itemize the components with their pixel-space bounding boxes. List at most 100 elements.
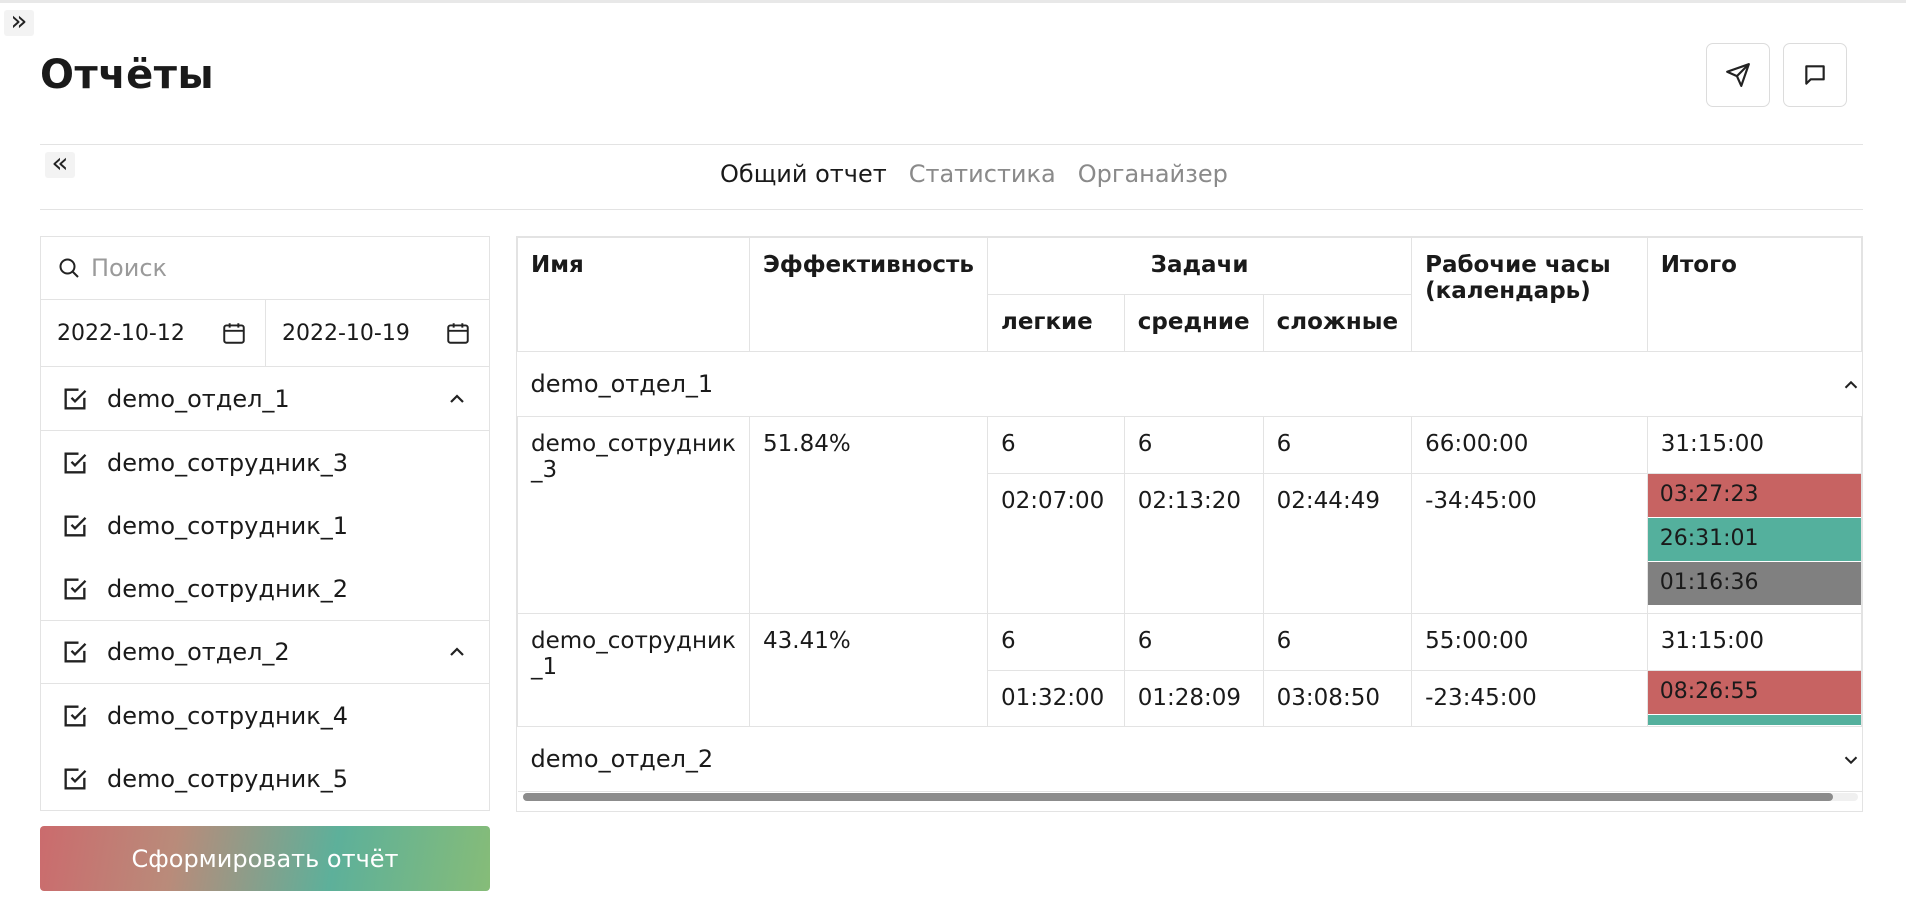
cell-easy-count: 6 <box>986 613 1125 671</box>
checkbox-checked-icon[interactable] <box>61 702 89 730</box>
double-chevron-right-icon: » <box>10 4 28 37</box>
double-chevron-left-icon: « <box>51 146 69 179</box>
cell-hours-plan: 66:00:00 <box>1411 416 1648 474</box>
tree-label: demo_отдел_2 <box>107 638 290 666</box>
tree-label: demo_сотрудник_3 <box>107 448 349 477</box>
cell-name: demo_сотрудник_3 <box>517 416 750 614</box>
cell-hard-count: 6 <box>1262 416 1413 474</box>
cell-easy-time: 01:32:00 <box>986 670 1125 727</box>
table-row: demo_сотрудник_1 43.41% 6 6 6 55:00:00 3… <box>517 613 1862 727</box>
filter-panel: 2022-10-12 2022-10-19 demo_отдел_1 demo_… <box>40 236 490 811</box>
divider <box>40 209 1863 210</box>
horizontal-scrollbar[interactable] <box>523 793 1858 801</box>
send-icon <box>1726 63 1750 87</box>
tab-general-report[interactable]: Общий отчет <box>720 160 887 188</box>
calendar-icon[interactable] <box>445 320 471 346</box>
cell-hours-diff: -34:45:00 <box>1411 473 1648 614</box>
chat-icon <box>1805 65 1825 85</box>
tree-label: demo_сотрудник_1 <box>107 511 349 540</box>
tree-label: demo_сотрудник_4 <box>107 701 349 730</box>
cell-easy-count: 6 <box>986 416 1125 474</box>
total-bar-gray: 01:16:36 <box>1647 562 1861 606</box>
total-bar-green: 26:31:01 <box>1647 518 1861 562</box>
cell-medium-count: 6 <box>1123 416 1264 474</box>
cell-efficiency: 51.84% <box>749 416 988 614</box>
col-header-efficiency[interactable]: Эффективность <box>749 237 988 352</box>
group-row-department-2[interactable]: demo_отдел_2 <box>517 726 1862 792</box>
cell-hard-time: 03:08:50 <box>1262 670 1413 727</box>
cell-total-breakdown: 03:27:23 26:31:01 01:16:36 <box>1646 473 1862 614</box>
col-header-total[interactable]: Итого <box>1646 237 1862 352</box>
tree-item-employee-3[interactable]: demo_сотрудник_3 <box>41 431 489 494</box>
checkbox-checked-icon[interactable] <box>61 512 89 540</box>
checkbox-checked-icon[interactable] <box>61 575 89 603</box>
table-row: demo_сотрудник_3 51.84% 6 6 6 66:00:00 3… <box>517 416 1862 614</box>
col-header-name[interactable]: Имя <box>517 237 750 352</box>
col-header-tasks: Задачи <box>986 237 1413 295</box>
report-tabs: Общий отчет Статистика Органайзер <box>720 160 1228 188</box>
cell-total: 31:15:00 <box>1646 416 1862 474</box>
report-table-container: Имя Эффективность Задачи Рабочие часы (к… <box>516 236 1863 812</box>
col-header-medium[interactable]: средние <box>1123 294 1264 352</box>
date-to-field[interactable]: 2022-10-19 <box>265 300 489 366</box>
checkbox-checked-icon[interactable] <box>61 638 89 666</box>
date-from-field[interactable]: 2022-10-12 <box>41 300 265 366</box>
total-bar-red: 03:27:23 <box>1647 474 1861 518</box>
tree-item-employee-1[interactable]: demo_сотрудник_1 <box>41 494 489 557</box>
date-to-value: 2022-10-19 <box>282 320 410 346</box>
cell-easy-time: 02:07:00 <box>986 473 1125 614</box>
expand-sidebar-button[interactable]: » <box>4 7 34 36</box>
cell-efficiency: 43.41% <box>749 613 988 727</box>
send-button[interactable] <box>1706 43 1770 107</box>
chevron-up-icon[interactable] <box>445 387 469 411</box>
scrollbar-thumb[interactable] <box>523 793 1833 801</box>
chat-button[interactable] <box>1783 43 1847 107</box>
checkbox-checked-icon[interactable] <box>61 449 89 477</box>
tree-item-employee-5[interactable]: demo_сотрудник_5 <box>41 747 489 810</box>
tree-label: demo_отдел_1 <box>107 384 290 413</box>
checkbox-checked-icon[interactable] <box>61 385 89 413</box>
search-input[interactable] <box>91 254 471 282</box>
cell-name: demo_сотрудник_1 <box>517 613 750 727</box>
tree-item-employee-4[interactable]: demo_сотрудник_4 <box>41 684 489 747</box>
cell-hard-count: 6 <box>1262 613 1413 671</box>
divider <box>40 144 1863 145</box>
search-box <box>41 237 489 300</box>
top-border <box>0 0 1906 3</box>
generate-report-button[interactable]: Сформировать отчёт <box>40 826 490 891</box>
report-table: Имя Эффективность Задачи Рабочие часы (к… <box>517 237 1862 792</box>
cell-total: 31:15:00 <box>1646 613 1862 671</box>
chevron-up-icon[interactable] <box>445 640 469 664</box>
tab-organizer[interactable]: Органайзер <box>1078 160 1228 188</box>
total-bar-green-partial <box>1648 715 1861 725</box>
collapse-panel-button[interactable]: « <box>45 149 75 178</box>
col-header-easy[interactable]: легкие <box>986 294 1125 352</box>
date-range: 2022-10-12 2022-10-19 <box>41 300 489 367</box>
tree-label: demo_сотрудник_2 <box>107 574 349 603</box>
tree-group-department-1[interactable]: demo_отдел_1 <box>41 367 489 431</box>
table-header-row: Имя Эффективность Задачи Рабочие часы (к… <box>517 237 1862 352</box>
col-header-hours[interactable]: Рабочие часы (календарь) <box>1411 237 1648 352</box>
cell-medium-time: 01:28:09 <box>1123 670 1264 727</box>
tab-statistics[interactable]: Статистика <box>909 160 1056 188</box>
cell-medium-time: 02:13:20 <box>1123 473 1264 614</box>
date-from-value: 2022-10-12 <box>57 320 185 346</box>
checkbox-checked-icon[interactable] <box>61 765 89 793</box>
cell-hours-plan: 55:00:00 <box>1411 613 1648 671</box>
tree-group-department-2[interactable]: demo_отдел_2 <box>41 620 489 684</box>
chevron-down-icon[interactable] <box>1840 749 1862 771</box>
col-header-hard[interactable]: сложные <box>1262 294 1413 352</box>
cell-hours-diff: -23:45:00 <box>1411 670 1648 727</box>
calendar-icon[interactable] <box>221 320 247 346</box>
tree-item-employee-2[interactable]: demo_сотрудник_2 <box>41 557 489 620</box>
group-row-department-1[interactable]: demo_отдел_1 <box>517 351 1862 417</box>
group-name: demo_отдел_2 <box>530 745 714 773</box>
page-title: Отчёты <box>40 52 215 98</box>
cell-medium-count: 6 <box>1123 613 1264 671</box>
tree-label: demo_сотрудник_5 <box>107 764 349 793</box>
chevron-up-icon[interactable] <box>1840 374 1862 396</box>
cell-hard-time: 02:44:49 <box>1262 473 1413 614</box>
total-bar-red: 08:26:55 <box>1648 671 1861 715</box>
cell-total-breakdown: 08:26:55 <box>1646 670 1862 727</box>
group-name: demo_отдел_1 <box>530 370 714 398</box>
